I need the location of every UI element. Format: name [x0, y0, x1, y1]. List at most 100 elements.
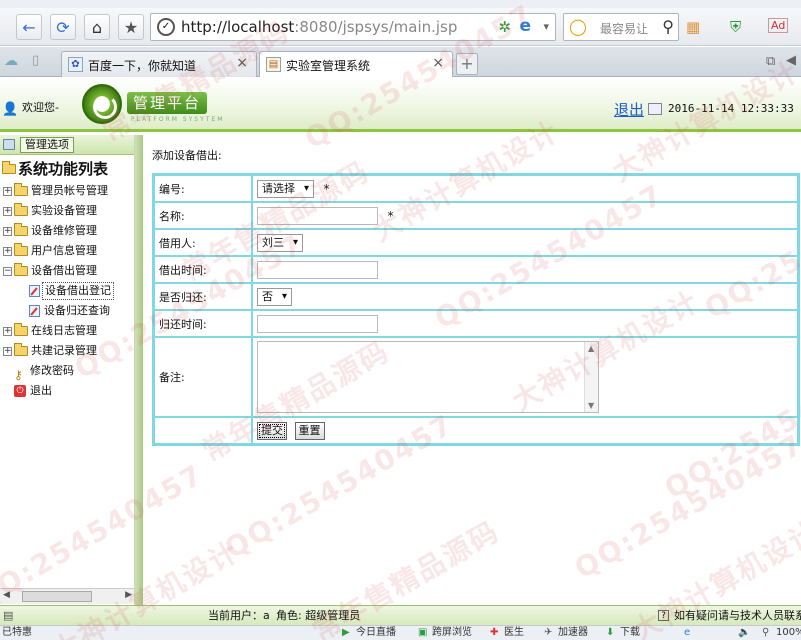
borrow-time-input[interactable] [257, 260, 378, 279]
scroll-down-icon[interactable]: ▼ [588, 401, 594, 410]
collapse-minus-icon[interactable]: − [3, 267, 12, 276]
sidebar: 管理选项 系统功能列表 + 管理员帐号管理 + 实验设备管理 + 设备维修管理 … [0, 135, 135, 605]
favorite-button[interactable]: ★ [118, 14, 144, 40]
close-tab-icon[interactable]: × [236, 55, 248, 71]
user-role: 角色: 超级管理员 [276, 609, 361, 622]
tab-lab-system[interactable]: ▤ 实验室管理系统 × [259, 51, 453, 77]
return-time-input[interactable] [257, 314, 378, 333]
submit-button[interactable]: 提交 [257, 421, 287, 440]
scroll-right-icon[interactable]: ▶ [125, 590, 132, 600]
sidebar-item-label: 设备借出管理 [31, 264, 97, 277]
returned-cell: 否 [252, 283, 798, 310]
tab-scroll-left-icon[interactable]: ◀ [786, 53, 796, 68]
reset-button[interactable]: 重置 [294, 421, 325, 440]
tree-root-label: 系统功能列表 [18, 160, 109, 178]
sidebar-item-admin-accounts[interactable]: + 管理员帐号管理 [0, 181, 134, 201]
address-bar[interactable]: ✓ http://localhost:8080/jspsys/main.jsp … [150, 13, 556, 41]
back-button[interactable]: ← [16, 14, 42, 40]
sidebar-item-return-query[interactable]: 设备归还查询 [0, 301, 134, 321]
logout-link[interactable]: 退出 [614, 99, 644, 120]
zoom-icon[interactable]: ⚲ [762, 626, 769, 640]
ie-compat-icon[interactable]: e [519, 16, 531, 36]
app-footer: ▤ 当前用户：a 角色: 超级管理员 ? 如有疑问请与技术人员联系 [0, 605, 801, 625]
code-select[interactable]: 请选择 [257, 179, 314, 198]
status-accelerator[interactable]: 加速器 [558, 626, 588, 640]
search-engine-icon[interactable]: ◯ [569, 17, 587, 36]
zoom-level[interactable]: 100% [776, 626, 801, 640]
sidebar-item-online-log[interactable]: + 在线日志管理 [0, 321, 134, 341]
expand-plus-icon[interactable]: + [3, 227, 12, 236]
close-tab-icon[interactable]: × [432, 55, 444, 71]
borrower-select[interactable]: 刘三 [257, 233, 303, 252]
apps-icon[interactable]: ▦ [686, 18, 700, 36]
sidebar-item-exit[interactable]: ⏻ 退出 [0, 381, 134, 401]
status-live[interactable]: 今日直播 [356, 626, 396, 640]
reload-icon[interactable]: ✲ [498, 18, 511, 36]
status-deals[interactable]: 已特惠 [2, 626, 32, 640]
sidebar-item-lab-equipment[interactable]: + 实验设备管理 [0, 201, 134, 221]
home-button[interactable]: ⌂ [84, 14, 110, 40]
address-dropdown-icon[interactable]: ▾ [543, 20, 549, 33]
status-doctor[interactable]: 医生 [504, 626, 524, 640]
tab-title: 实验室管理系统 [286, 59, 371, 73]
refresh-button[interactable]: ⟳ [50, 14, 76, 40]
row-remark: 备注: ▲ ▼ [154, 337, 798, 417]
borrow-time-cell [252, 256, 798, 283]
live-play-icon: ▶ [342, 627, 350, 638]
browser-status-bar: 已特惠 ▶ 今日直播 ▣ 跨屏浏览 ✚ 医生 ✈ 加速器 ⬇ 下载 e 🔈 ⚲ … [0, 625, 801, 640]
scroll-left-icon[interactable]: ◀ [3, 590, 10, 600]
adblock-icon[interactable]: Ad [768, 18, 789, 33]
frame-splitter[interactable] [135, 135, 143, 605]
app-logo [82, 84, 122, 124]
edit-icon [29, 305, 40, 317]
remark-label: 备注: [154, 337, 252, 417]
refresh-icon: ⟳ [56, 17, 70, 37]
name-cell: * [252, 202, 798, 229]
sidebar-item-repair[interactable]: + 设备维修管理 [0, 221, 134, 241]
required-mark: * [323, 181, 330, 196]
sidebar-horizontal-scrollbar[interactable]: ◀ ▶ [0, 588, 134, 604]
actions-cell: 提交 重置 [252, 417, 798, 444]
tree-root[interactable]: 系统功能列表 [0, 157, 134, 181]
safety-icon[interactable]: ⛨ [730, 18, 741, 36]
tab-menu-icon[interactable]: ⧉ [766, 54, 775, 69]
sidebar-item-change-password[interactable]: ⚷ 修改密码 [0, 361, 134, 382]
ie-icon[interactable]: e [684, 626, 690, 640]
status-download[interactable]: 下载 [620, 626, 640, 640]
expand-plus-icon[interactable]: + [3, 247, 12, 256]
search-icon[interactable]: ⚲ [662, 17, 674, 36]
sidebar-item-users[interactable]: + 用户信息管理 [0, 241, 134, 261]
cross-screen-icon: ▣ [418, 627, 428, 638]
expand-plus-icon[interactable]: + [3, 187, 12, 196]
user-icon: 👤 [2, 102, 19, 117]
sidebar-item-lending[interactable]: − 设备借出管理 [0, 261, 134, 281]
scrollbar-thumb[interactable] [22, 591, 92, 602]
scroll-up-icon[interactable]: ▲ [588, 344, 594, 353]
expand-plus-icon[interactable]: + [3, 327, 12, 336]
sidebar-item-lending-register[interactable]: 设备借出登记 [0, 281, 134, 301]
sidebar-toggle-icon[interactable]: ▯ [32, 53, 39, 68]
new-tab-button[interactable]: + [456, 53, 478, 75]
remark-textarea[interactable]: ▲ ▼ [257, 341, 599, 413]
textarea-scrollbar[interactable]: ▲ ▼ [584, 342, 598, 412]
returned-select[interactable]: 否 [257, 287, 292, 306]
name-input[interactable] [257, 206, 378, 225]
sidebar-item-co-build[interactable]: + 共建记录管理 [0, 341, 134, 361]
volume-icon[interactable]: 🔈 [738, 626, 750, 640]
row-actions: 提交 重置 [154, 417, 798, 444]
brand-subtitle: PLATFORM SYSYTEM [131, 116, 225, 123]
main-content: 添加设备借出: 编号: 请选择 * 名称: * 借用人: 刘三 借出时间: [143, 135, 801, 605]
sidebar-header-label[interactable]: 管理选项 [20, 137, 74, 153]
code-label: 编号: [154, 175, 252, 202]
status-cross-screen[interactable]: 跨屏浏览 [432, 626, 472, 640]
sidebar-item-label: 在线日志管理 [31, 324, 97, 337]
tab-bar: ☁ ▯ ✿ 百度一下，你就知道 × ▤ 实验室管理系统 × + ⧉ ◀ [0, 47, 801, 77]
expand-plus-icon[interactable]: + [3, 347, 12, 356]
address-url[interactable]: http://localhost:8080/jspsys/main.jsp [181, 18, 457, 36]
lending-form-table: 编号: 请选择 * 名称: * 借用人: 刘三 借出时间: [152, 173, 800, 446]
tab-baidu[interactable]: ✿ 百度一下，你就知道 × [61, 51, 257, 77]
search-box[interactable]: ◯ 最容易让 ⚲ [563, 13, 679, 41]
baidu-paw-icon: ✿ [68, 57, 83, 72]
browser-title-strip [0, 0, 801, 8]
expand-plus-icon[interactable]: + [3, 207, 12, 216]
